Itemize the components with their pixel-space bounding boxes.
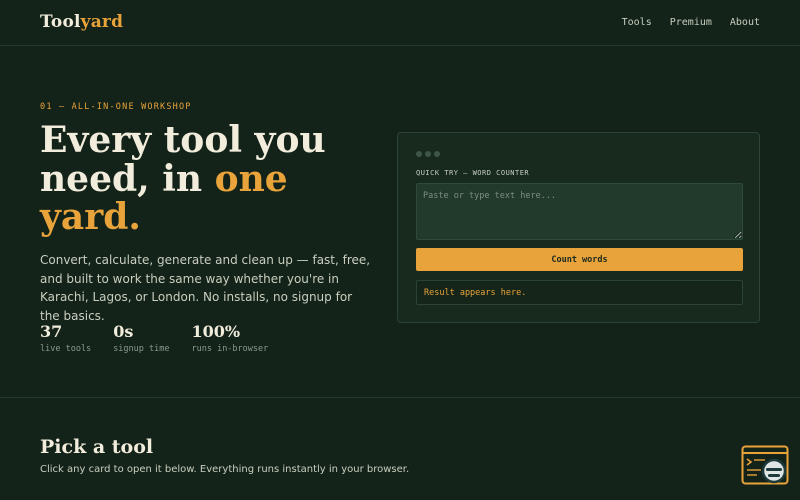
stat-live-tools: 37 live tools (40, 322, 91, 354)
stat-value: 0s (113, 322, 134, 341)
logo-main-text: Tool (40, 12, 81, 32)
hero-stats: 37 live tools 0s signup time 100% runs i… (40, 322, 268, 354)
hero-eyebrow: 01 — ALL-IN-ONE WORKSHOP (40, 102, 192, 112)
stat-runs-in-browser: 100% runs in-browser (191, 322, 268, 354)
nav-link-about[interactable]: About (730, 17, 760, 28)
stat-value: 37 (40, 322, 63, 341)
quick-try-card: QUICK TRY — WORD COUNTER Count words Res… (397, 132, 760, 323)
count-words-button[interactable]: Count words (416, 248, 743, 271)
word-counter-input[interactable] (416, 183, 743, 240)
terminal-search-icon[interactable] (741, 445, 789, 487)
hero-headline: Every tool you need, in one yard. (40, 121, 380, 237)
page: Toolyard Tools Premium About 01 — ALL-IN… (0, 0, 800, 500)
site-header: Toolyard Tools Premium About (0, 0, 800, 46)
hero-description: Convert, calculate, generate and clean u… (40, 253, 371, 323)
stat-label: signup time (113, 344, 170, 354)
word-counter-result: Result appears here. (416, 280, 743, 305)
logo-accent-text: yard (80, 12, 124, 32)
nav-link-tools[interactable]: Tools (622, 17, 652, 28)
section-subtitle: Click any card to open it below. Everyth… (40, 464, 410, 475)
window-dot-icon (416, 151, 422, 157)
nav-link-premium[interactable]: Premium (670, 17, 712, 28)
section-divider (0, 397, 800, 398)
window-dot-icon (434, 151, 440, 157)
stat-value: 100% (191, 322, 241, 341)
window-dots (416, 151, 440, 157)
section-title: Pick a tool (40, 436, 154, 458)
stat-label: runs in-browser (191, 344, 269, 354)
quick-try-label: QUICK TRY — WORD COUNTER (416, 169, 530, 177)
logo[interactable]: Toolyard (40, 12, 123, 32)
main-nav: Tools Premium About (622, 17, 760, 28)
terminal-search-icon-graphic (741, 445, 789, 485)
window-dot-icon (425, 151, 431, 157)
stat-signup-time: 0s signup time (113, 322, 169, 354)
stat-label: live tools (40, 344, 92, 354)
